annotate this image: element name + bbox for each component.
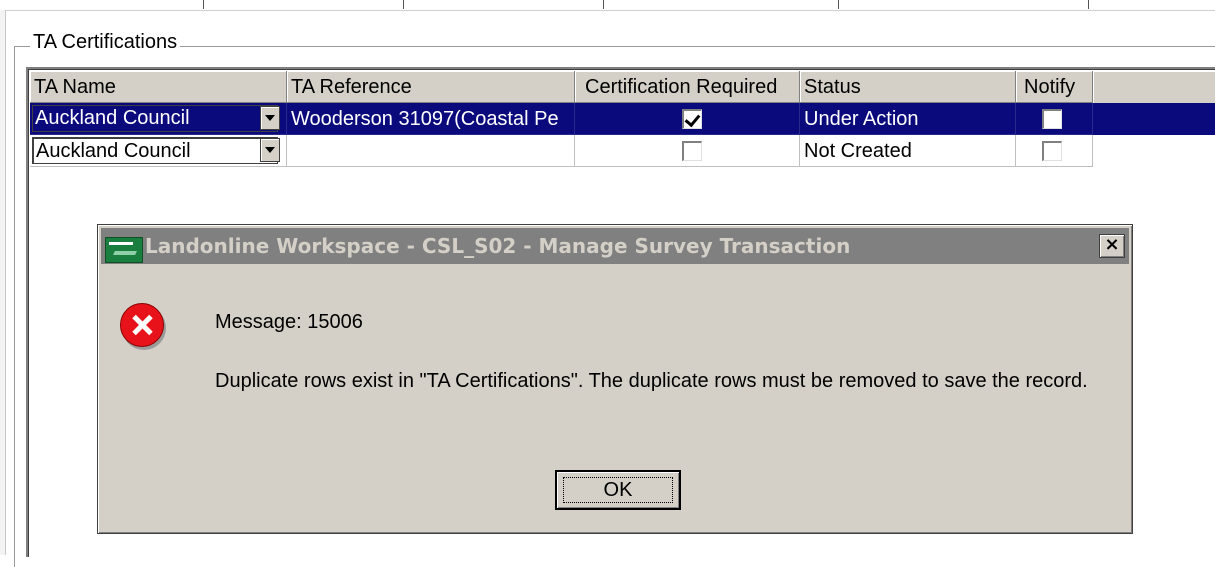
ta-reference-cell[interactable]: [287, 135, 575, 167]
dropdown-button[interactable]: [260, 106, 280, 130]
message-code: Message: 15006: [215, 311, 363, 333]
toolbar-separator: [203, 0, 204, 9]
message-body: Duplicate rows exist in "TA Certificatio…: [215, 370, 1088, 392]
dialog-titlebar[interactable]: Landonline Workspace - CSL_S02 - Manage …: [101, 228, 1129, 264]
status-cell: Under Action: [800, 103, 1016, 135]
selection-fill: [1093, 103, 1215, 135]
column-header-certification-required[interactable]: Certification Required: [575, 71, 800, 103]
certification-required-cell[interactable]: [575, 103, 800, 135]
error-icon: [120, 303, 164, 347]
toolbar-separator: [1088, 0, 1089, 9]
status-cell: Not Created: [800, 135, 1016, 167]
certification-required-cell[interactable]: [575, 135, 800, 167]
notify-cell[interactable]: [1016, 103, 1093, 135]
chevron-down-icon: [265, 147, 275, 153]
chevron-down-icon: [265, 115, 275, 121]
certification-required-checkbox[interactable]: [682, 141, 702, 161]
toolbar-separator: [603, 0, 604, 9]
close-button[interactable]: ×: [1099, 234, 1125, 258]
header-filler: [1093, 71, 1215, 104]
column-header-ta-name[interactable]: TA Name: [30, 71, 287, 103]
app-icon-arrow: [113, 251, 137, 255]
notify-checkbox[interactable]: [1042, 141, 1062, 161]
dropdown-button[interactable]: [260, 138, 280, 162]
ta-name-cell[interactable]: Auckland Council: [30, 103, 287, 135]
column-header-notify[interactable]: Notify: [1016, 71, 1093, 103]
table-row[interactable]: Auckland Council Wooderson 31097(Coastal…: [30, 103, 1215, 135]
ta-name-cell[interactable]: Auckland Council: [30, 135, 287, 167]
notify-checkbox[interactable]: [1042, 109, 1062, 129]
error-dialog: Landonline Workspace - CSL_S02 - Manage …: [97, 224, 1133, 534]
app-icon-stripe: [109, 242, 133, 245]
ta-reference-cell[interactable]: Wooderson 31097(Coastal Pe: [287, 103, 575, 135]
toolbar-separator: [838, 0, 839, 9]
landonline-app-icon: [105, 237, 143, 263]
column-header-ta-reference[interactable]: TA Reference: [287, 71, 575, 103]
notify-cell[interactable]: [1016, 135, 1093, 167]
certification-required-checkbox[interactable]: [682, 109, 702, 129]
ta-name-dropdown[interactable]: Auckland Council: [32, 105, 278, 132]
table-row[interactable]: Auckland Council Not Created: [30, 135, 1093, 167]
ok-button[interactable]: OK: [555, 470, 681, 510]
dialog-title: Landonline Workspace - CSL_S02 - Manage …: [145, 234, 851, 258]
ta-name-dropdown[interactable]: Auckland Council: [32, 137, 278, 164]
column-header-status[interactable]: Status: [800, 71, 1016, 103]
groupbox-title: TA Certifications: [30, 31, 181, 54]
top-toolbar-strip: [0, 0, 1215, 11]
window-left-edge: [0, 10, 6, 555]
focus-rectangle: [563, 477, 673, 503]
toolbar-separator: [403, 0, 404, 9]
